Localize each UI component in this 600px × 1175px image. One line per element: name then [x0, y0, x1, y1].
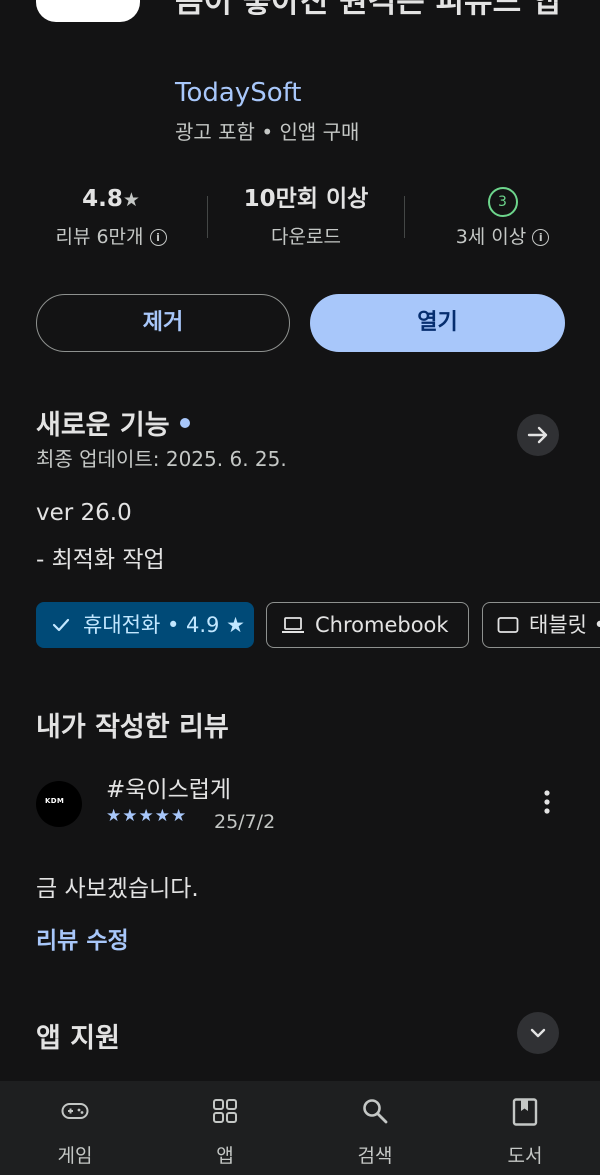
- review-more-button[interactable]: [536, 788, 558, 818]
- review-text: 금 사보겠습니다.: [36, 876, 199, 902]
- nav-games-label: 게임: [57, 1145, 93, 1167]
- downloads-label: 다운로드: [271, 226, 341, 248]
- avatar: KDM: [36, 781, 82, 827]
- new-indicator-dot: [179, 418, 190, 428]
- downloads-stat: 10만회 이상 다운로드: [225, 182, 387, 249]
- app-support-heading: 앱 지원: [36, 1023, 120, 1054]
- uninstall-button[interactable]: 제거: [36, 294, 290, 352]
- check-icon: [52, 618, 70, 632]
- downloads-value: 10만회 이상: [243, 186, 369, 212]
- info-icon: i: [532, 229, 550, 246]
- app-meta: 광고 포함 • 인앱 구매: [175, 120, 360, 144]
- avatar-logo-text: KDM: [45, 797, 65, 805]
- stat-divider: [207, 196, 208, 238]
- last-updated: 최종 업데이트: 2025. 6. 25.: [36, 447, 287, 471]
- nav-books-label: 도서: [507, 1145, 543, 1167]
- my-review-heading: 내가 작성한 리뷰: [36, 712, 229, 743]
- laptop-icon: [282, 617, 304, 633]
- chip-chromebook[interactable]: Chromebook: [266, 602, 469, 648]
- reviews-count: 리뷰 6만개: [55, 226, 144, 248]
- open-button[interactable]: 열기: [310, 294, 565, 352]
- review-stars: ★★★★★: [106, 806, 188, 826]
- chip-phone[interactable]: 휴대전화 • 4.9 ★: [36, 602, 254, 648]
- stat-divider: [404, 196, 405, 238]
- app-support-expand-button[interactable]: [517, 1012, 559, 1054]
- nav-search-label: 검색: [357, 1145, 393, 1167]
- version-text: ver 26.0: [36, 500, 132, 526]
- chip-chromebook-label: Chromebook: [315, 613, 449, 637]
- more-vert-icon: [544, 790, 550, 814]
- whats-new-more-button[interactable]: [517, 414, 559, 456]
- age-rating-label: 3세 이상: [455, 226, 527, 248]
- chip-phone-label: 휴대전화 • 4.9 ★: [83, 613, 245, 637]
- nav-books[interactable]: 도서: [450, 1081, 600, 1175]
- whats-new-heading: 새로운 기능: [36, 403, 190, 442]
- app-icon: [36, 0, 140, 22]
- rating-stat[interactable]: 4.8★ 리뷰 6만개 i: [36, 182, 186, 249]
- nav-games[interactable]: 게임: [0, 1081, 150, 1175]
- whats-new-title: 새로운 기능: [36, 410, 170, 441]
- star-icon: ★: [122, 189, 140, 211]
- age-rating-stat[interactable]: 3 3세 이상 i: [425, 182, 580, 249]
- reviewer-name: #욱이스럽게: [106, 777, 232, 803]
- book-icon: [512, 1098, 538, 1126]
- search-icon: [363, 1099, 388, 1124]
- gamepad-icon: [61, 1103, 89, 1119]
- review-date: 25/7/2: [214, 811, 276, 833]
- nav-apps[interactable]: 앱: [150, 1081, 300, 1175]
- nav-search[interactable]: 검색: [300, 1081, 450, 1175]
- edit-review-link[interactable]: 리뷰 수정: [36, 921, 129, 955]
- apps-grid-icon: [213, 1099, 237, 1123]
- rating-value: 4.8: [82, 186, 123, 212]
- info-icon: i: [149, 229, 167, 246]
- nav-apps-label: 앱: [216, 1145, 234, 1167]
- chip-tablet-label: 태블릿 •: [529, 613, 600, 637]
- chevron-down-icon: [530, 1028, 546, 1038]
- arrow-right-icon: [527, 426, 548, 444]
- bottom-navigation: 게임 앱 검색 도서: [0, 1081, 600, 1175]
- tablet-icon: [497, 617, 519, 633]
- developer-link[interactable]: TodaySoft: [175, 78, 302, 108]
- app-title: 즘이 좋아진 원격은 피뮤드 앱: [175, 0, 561, 20]
- age-rating-icon: 3: [487, 187, 518, 217]
- update-note: - 최적화 작업: [36, 547, 165, 573]
- chip-tablet[interactable]: 태블릿 •: [482, 602, 600, 648]
